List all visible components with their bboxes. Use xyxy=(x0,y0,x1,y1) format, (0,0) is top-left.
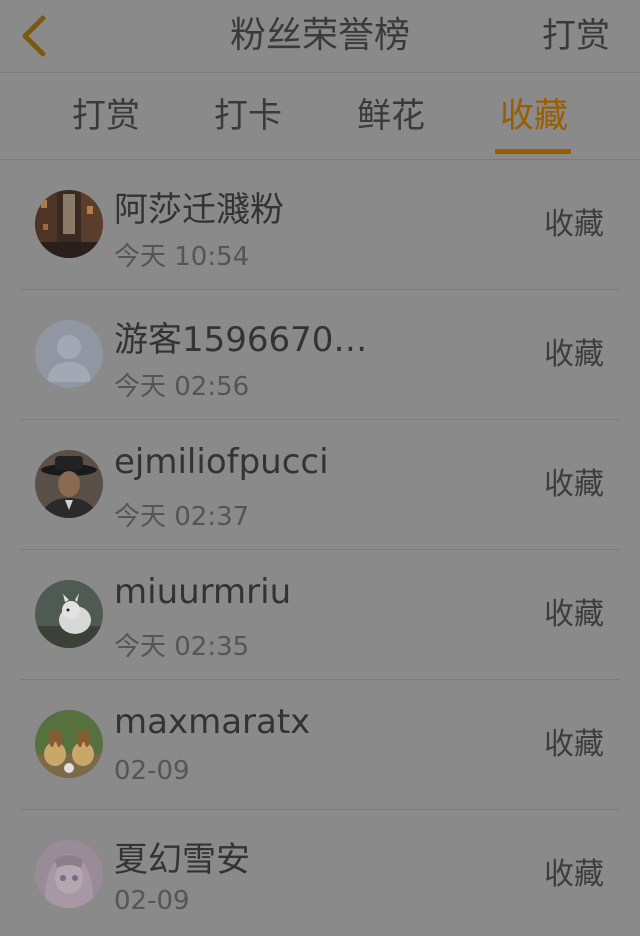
avatar[interactable] xyxy=(35,320,103,388)
tip-button[interactable]: 打赏 xyxy=(542,0,610,72)
man-in-hat-avatar-icon xyxy=(35,450,103,518)
fan-time: 02-09 xyxy=(114,756,190,786)
fan-name: 夏幻雪安 xyxy=(114,840,250,880)
top-bar: 粉丝荣誉榜 打赏 xyxy=(0,0,640,73)
avatar[interactable] xyxy=(35,190,103,258)
tab-tip[interactable]: 打赏 xyxy=(51,73,161,159)
fan-action: 收藏 xyxy=(544,337,604,372)
anime-girl-avatar-icon xyxy=(35,840,103,908)
list-item[interactable]: 阿莎迁濺粉 今天 10:54 收藏 xyxy=(20,160,620,290)
street-photo-avatar-icon xyxy=(35,190,103,258)
fan-time: 02-09 xyxy=(114,886,190,916)
fan-action: 收藏 xyxy=(544,467,604,502)
chevron-left-icon xyxy=(22,15,46,57)
list-item[interactable]: maxmaratx 02-09 收藏 xyxy=(20,680,620,810)
fan-action: 收藏 xyxy=(544,597,604,632)
white-cat-avatar-icon xyxy=(35,580,103,648)
tab-flowers[interactable]: 鲜花 xyxy=(336,73,446,159)
list-item[interactable]: ejmiliofpucci 今天 02:37 收藏 xyxy=(20,420,620,550)
fan-name: ejmiliofpucci xyxy=(114,442,329,482)
fan-name: 游客1596670… xyxy=(114,320,368,360)
fan-name: miuurmriu xyxy=(114,572,292,612)
avatar[interactable] xyxy=(35,710,103,778)
fan-action: 收藏 xyxy=(544,857,604,892)
category-tabs: 打赏 打卡 鲜花 收藏 xyxy=(0,73,640,160)
fan-name: 阿莎迁濺粉 xyxy=(114,190,284,230)
fan-action: 收藏 xyxy=(544,727,604,762)
fan-action: 收藏 xyxy=(544,207,604,242)
avatar[interactable] xyxy=(35,450,103,518)
fan-time: 今天 10:54 xyxy=(114,242,250,272)
tab-favorites[interactable]: 收藏 xyxy=(479,73,589,159)
avatar[interactable] xyxy=(35,580,103,648)
fan-honor-screen: 粉丝荣誉榜 打赏 打赏 打卡 鲜花 收藏 阿莎迁濺粉 今天 10:54 收藏 游… xyxy=(0,0,640,936)
list-item[interactable]: 夏幻雪安 02-09 收藏 xyxy=(20,810,620,936)
fan-time: 今天 02:35 xyxy=(114,632,250,662)
back-button[interactable] xyxy=(14,10,54,62)
fan-list: 阿莎迁濺粉 今天 10:54 收藏 游客1596670… 今天 02:56 收藏 xyxy=(0,160,640,936)
active-tab-indicator xyxy=(495,149,571,154)
fan-time: 今天 02:37 xyxy=(114,502,250,532)
fan-name: maxmaratx xyxy=(114,702,311,742)
fan-time: 今天 02:56 xyxy=(114,372,250,402)
tab-checkin[interactable]: 打卡 xyxy=(193,73,303,159)
rabbits-avatar-icon xyxy=(35,710,103,778)
default-user-avatar-icon xyxy=(35,320,103,388)
avatar[interactable] xyxy=(35,840,103,908)
list-item[interactable]: miuurmriu 今天 02:35 收藏 xyxy=(20,550,620,680)
list-item[interactable]: 游客1596670… 今天 02:56 收藏 xyxy=(20,290,620,420)
